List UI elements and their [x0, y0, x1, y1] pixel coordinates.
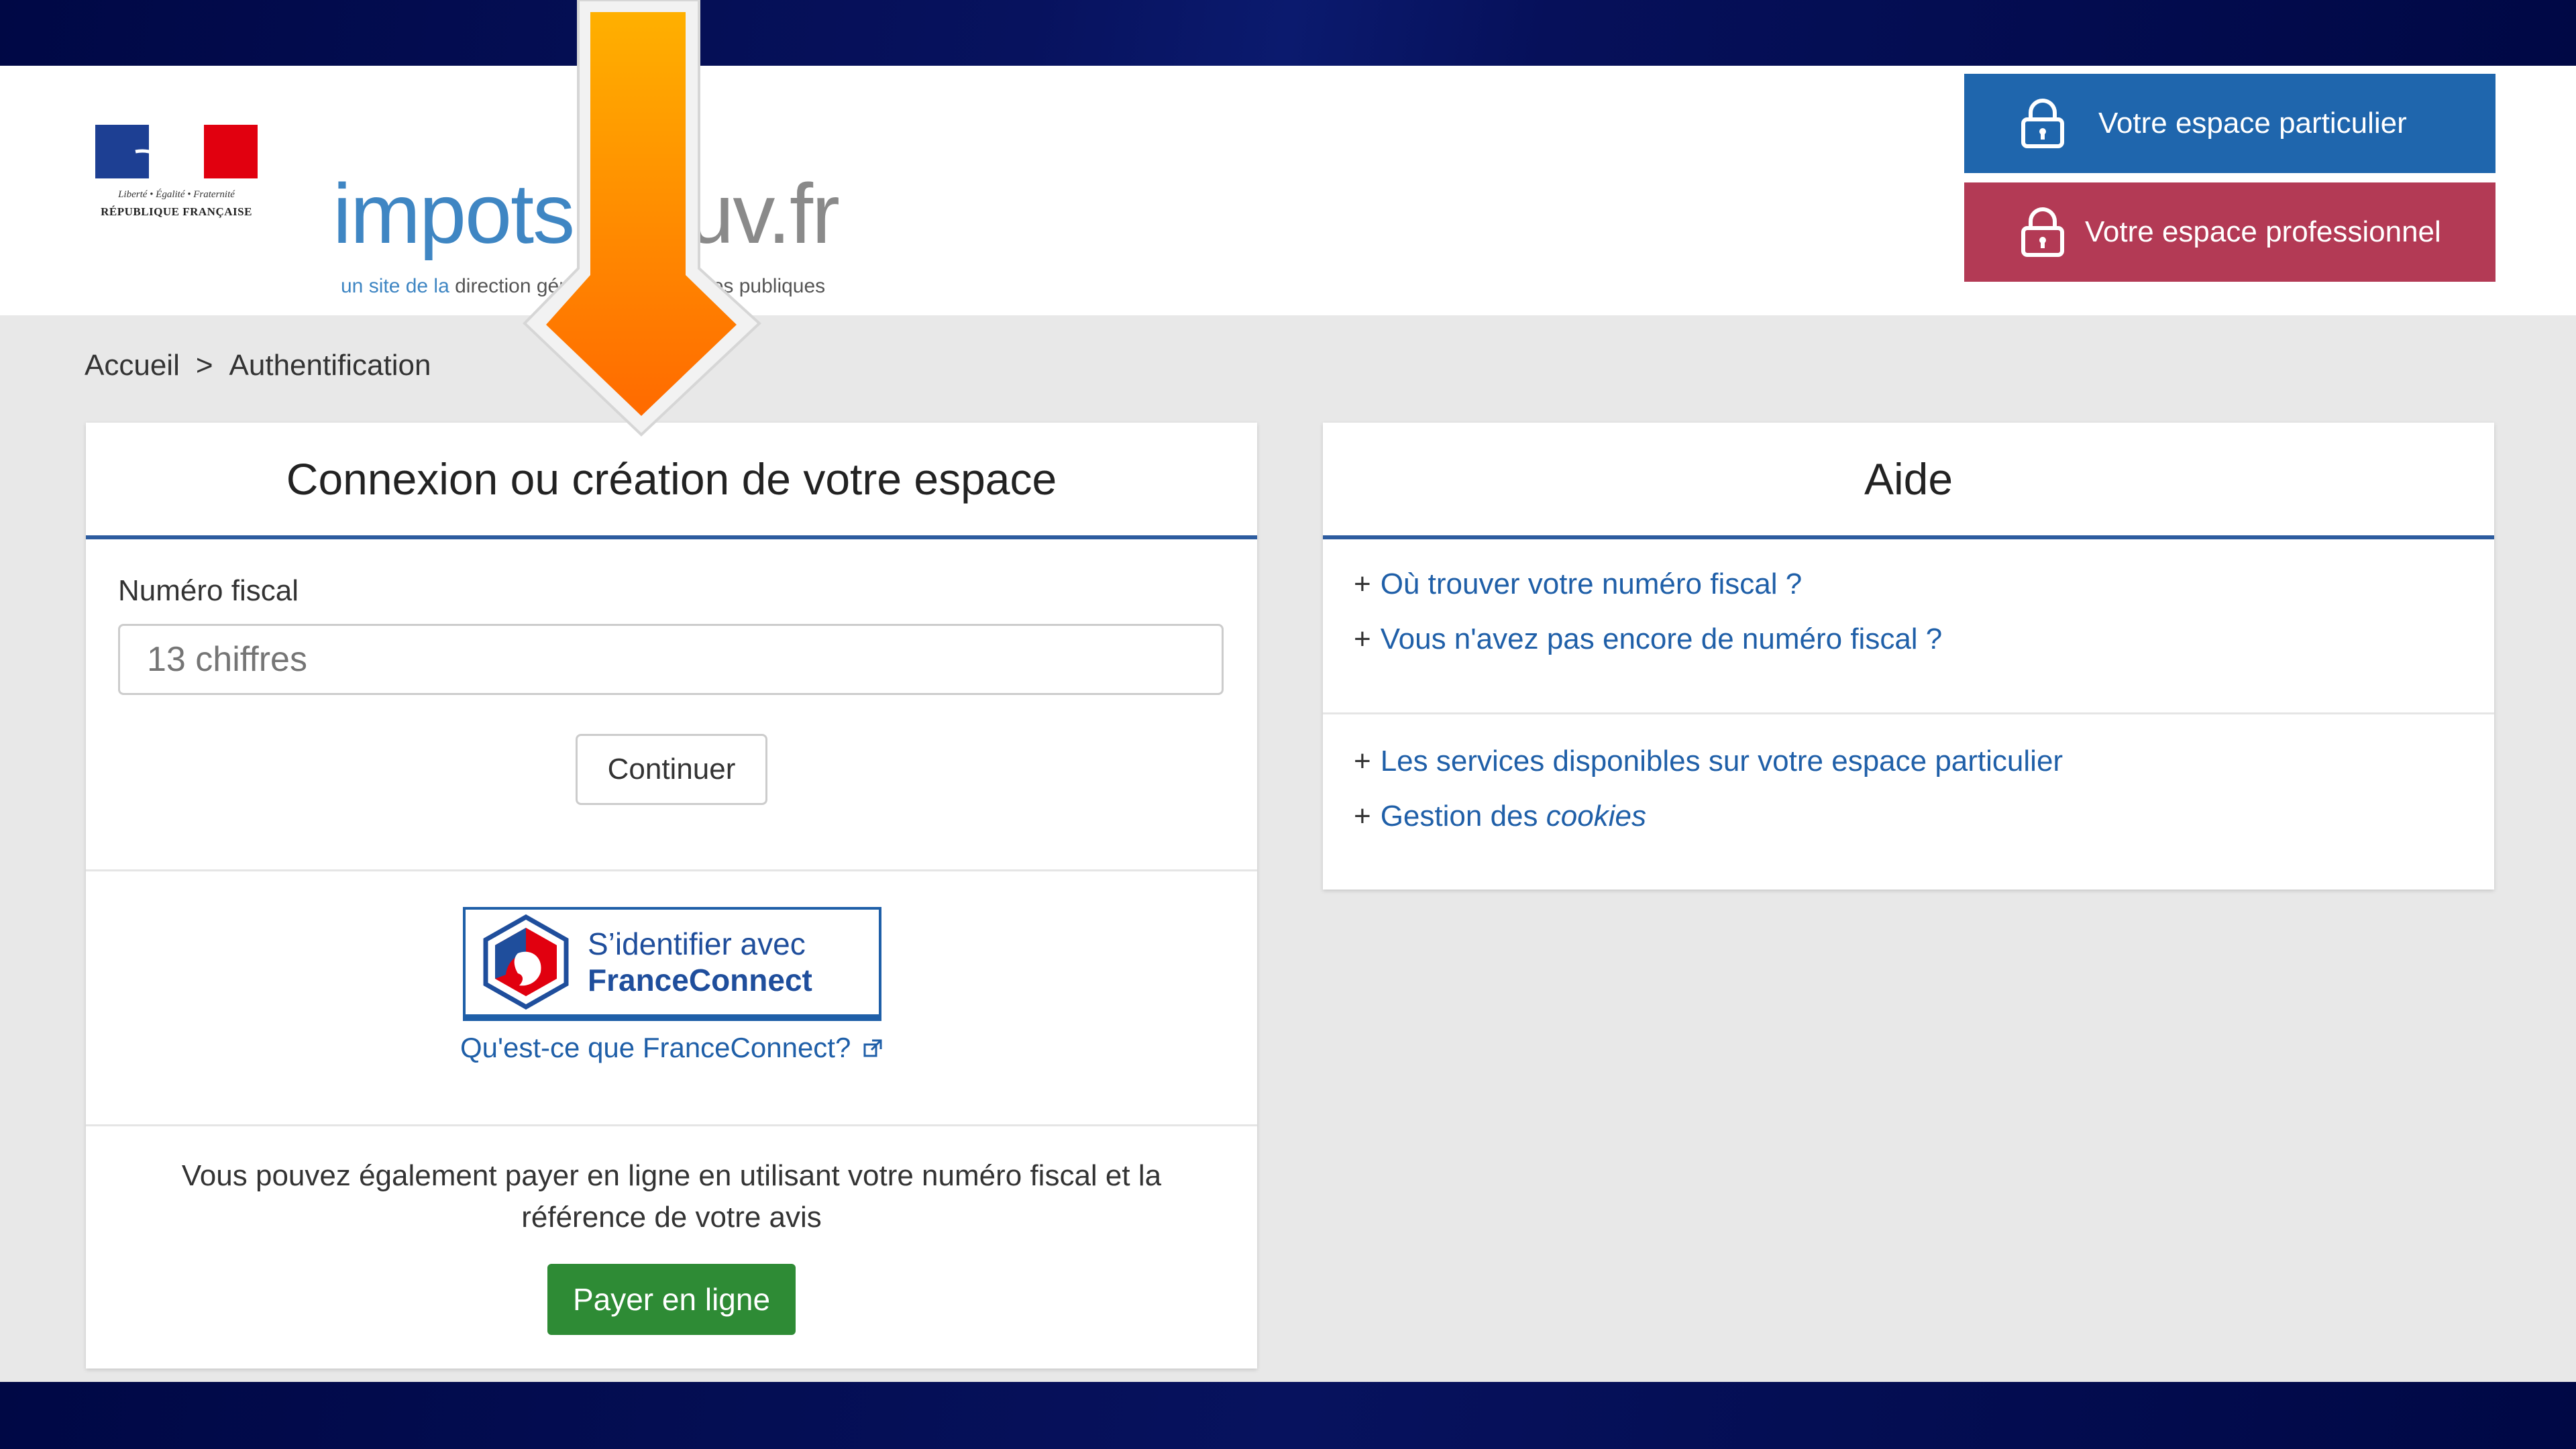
breadcrumb-home-link[interactable]: Accueil [85, 349, 180, 382]
divider [86, 869, 1257, 871]
marianne-profile-icon [135, 130, 204, 173]
plus-icon: + [1354, 745, 1371, 777]
lock-icon [2021, 99, 2064, 148]
breadcrumb-separator: > [195, 349, 213, 382]
help-link-find-fiscal-number[interactable]: + Où trouver votre numéro fiscal ? [1354, 557, 1942, 612]
devise-text: Liberté • Égalité • Fraternité [118, 189, 235, 200]
espace-professionnel-label: Votre espace professionnel [2085, 215, 2441, 248]
lock-icon [2021, 207, 2064, 257]
site-header: Liberté • Égalité • Fraternité RÉPUBLIQU… [0, 66, 2576, 315]
help-link-cookies-word: cookies [1546, 800, 1646, 833]
help-link-text: Vous n'avez pas encore de numéro fiscal … [1380, 623, 1943, 655]
bottom-frame-band [0, 1382, 2576, 1449]
espace-professionnel-button[interactable]: Votre espace professionnel [1964, 182, 2496, 282]
help-link-text: Où trouver votre numéro fiscal ? [1380, 568, 1803, 600]
external-link-icon [863, 1039, 882, 1057]
breadcrumb-current: Authentification [229, 349, 431, 382]
orange-down-arrow-icon [523, 0, 761, 437]
franceconnect-line2: FranceConnect [588, 963, 812, 998]
help-panel: Aide + Où trouver votre numéro fiscal ? +… [1323, 423, 2494, 890]
franceconnect-info-link[interactable]: Qu'est-ce que FranceConnect? [86, 1032, 1257, 1064]
tagline-part1: un site de la [341, 275, 449, 297]
help-link-cookies[interactable]: + Gestion des cookies [1354, 789, 2063, 844]
breadcrumb: Accueil > Authentification [85, 349, 447, 382]
republique-text: RÉPUBLIQUE FRANÇAISE [101, 205, 252, 218]
espace-particulier-label: Votre espace particulier [2098, 107, 2407, 140]
plus-icon: + [1354, 623, 1371, 655]
continue-button[interactable]: Continuer [576, 734, 767, 805]
marianne-logo[interactable]: Liberté • Égalité • Fraternité RÉPUBLIQU… [95, 125, 258, 232]
help-links-group-1: + Où trouver votre numéro fiscal ? + Vous … [1354, 557, 1942, 667]
help-link-text: Gestion des [1380, 800, 1538, 833]
tricolor-flag [95, 125, 258, 178]
help-link-text: Les services disponibles sur votre espac… [1380, 745, 2063, 777]
fiscal-number-input[interactable] [118, 624, 1224, 695]
espace-particulier-button[interactable]: Votre espace particulier [1964, 74, 2496, 173]
help-link-no-fiscal-number[interactable]: + Vous n'avez pas encore de numéro fiscal… [1354, 612, 1942, 667]
pay-online-button[interactable]: Payer en ligne [547, 1264, 796, 1335]
divider [1323, 712, 2494, 714]
pay-online-description: Vous pouvez également payer en ligne en … [181, 1159, 1162, 1234]
plus-icon: + [1354, 568, 1371, 600]
help-panel-title: Aide [1323, 423, 2494, 539]
divider [86, 1124, 1257, 1126]
login-panel: Connexion ou création de votre espace Nu… [86, 423, 1257, 1368]
franceconnect-line1: S’identifier avec [588, 926, 806, 961]
help-links-group-2: + Les services disponibles sur votre espa… [1354, 734, 2063, 844]
franceconnect-info-text: Qu'est-ce que FranceConnect? [460, 1032, 851, 1063]
fiscal-number-label: Numéro fiscal [118, 574, 299, 607]
franceconnect-hexagon-icon [483, 914, 569, 1010]
plus-icon: + [1354, 800, 1371, 833]
franceconnect-button[interactable]: S’identifier avec FranceConnect [463, 907, 881, 1021]
help-link-services[interactable]: + Les services disponibles sur votre espa… [1354, 734, 2063, 789]
top-frame-band [0, 0, 2576, 66]
